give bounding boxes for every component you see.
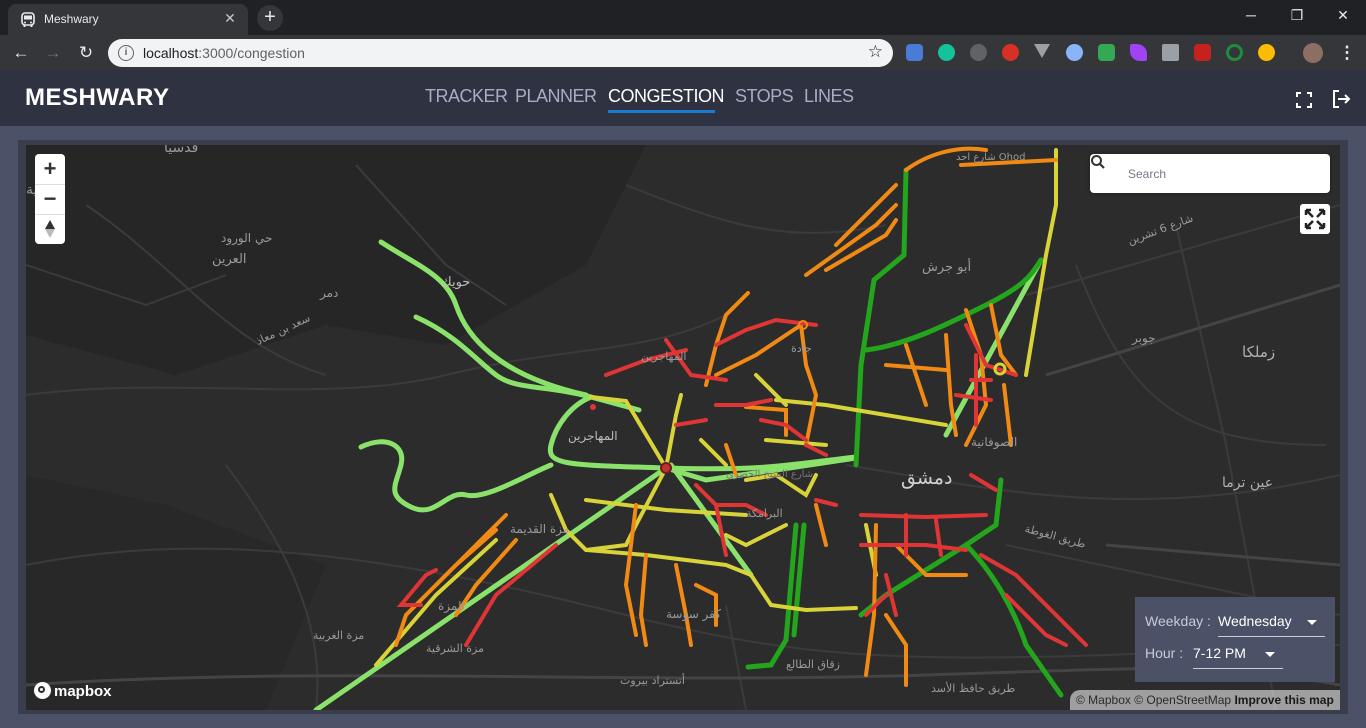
zoom-divider: [35, 214, 65, 215]
w-extension-icon[interactable]: [970, 44, 987, 61]
vue-devtools-extension-icon[interactable]: [1034, 44, 1050, 58]
app-logo[interactable]: MESHWARY: [25, 84, 169, 112]
place-label: زملكا: [1242, 343, 1276, 361]
place-label: مزة الشرقية: [426, 642, 484, 655]
place-label: أبو جرش: [922, 260, 972, 275]
congestion-map[interactable]: قدسيا ضاحية حي الورود العرين دمر سعد بن …: [26, 145, 1340, 710]
hour-underline: [1193, 668, 1283, 669]
close-window-button[interactable]: ✕: [1320, 0, 1366, 30]
browser-tab[interactable]: Meshwary ✕: [8, 4, 248, 35]
mapbox-logo-icon: [34, 682, 51, 699]
place-label: كفر سوسة: [666, 607, 721, 621]
feather-extension-icon[interactable]: [1130, 44, 1147, 61]
search-input[interactable]: [1128, 163, 1318, 184]
red-extension-icon[interactable]: [1194, 44, 1211, 61]
street-label: شارع احد Ohod: [956, 152, 1026, 163]
back-button[interactable]: ←: [9, 41, 33, 65]
improve-map-link[interactable]: Improve this map: [1234, 693, 1333, 707]
new-tab-button[interactable]: +: [257, 5, 283, 31]
street-label: شارع الشيخ الحصري: [726, 469, 814, 480]
browser-tabbar: Meshwary ✕ + ─ ❐ ✕: [0, 0, 1366, 35]
filter-panel: Weekday : Wednesday Hour : 7-12 PM: [1135, 597, 1335, 682]
place-label: مزة الغربية: [313, 629, 365, 642]
street-label: أتستراد بيروت: [620, 674, 685, 687]
forward-button[interactable]: →: [41, 41, 65, 65]
address-bar[interactable]: i localhost:3000/congestion ☆: [108, 39, 893, 67]
map-attribution: © Mapbox © OpenStreetMap Improve this ma…: [1070, 690, 1340, 710]
place-label: قدسيا: [164, 145, 199, 156]
active-nav-indicator: [608, 110, 715, 113]
street-label: طريق حافظ الأسد: [931, 682, 1016, 695]
nav-planner[interactable]: PLANNER: [515, 86, 597, 107]
zoom-in-button[interactable]: +: [35, 154, 65, 183]
compass-icon[interactable]: [43, 219, 57, 239]
place-label: الصوفانية: [971, 435, 1018, 449]
mapbox-logo[interactable]: mapbox: [34, 682, 112, 702]
bookmark-star-icon[interactable]: ☆: [868, 42, 883, 62]
grammarly-extension-icon[interactable]: [938, 44, 955, 61]
circle-extension-icon[interactable]: [1066, 44, 1083, 61]
place-label: مزة القديمة: [510, 522, 570, 536]
mapbox-attribution-link[interactable]: © Mapbox: [1076, 693, 1131, 707]
bus-icon: [21, 12, 35, 27]
weekday-label: Weekday :: [1145, 613, 1211, 629]
alert-extension-icon[interactable]: [1002, 44, 1019, 61]
nav-tracker[interactable]: TRACKER: [425, 86, 508, 107]
reload-button[interactable]: ↻: [74, 41, 98, 65]
colorful-extension-icon[interactable]: [1258, 44, 1275, 61]
profile-avatar[interactable]: [1303, 43, 1323, 63]
target-extension-icon[interactable]: [1226, 44, 1243, 61]
restore-window-button[interactable]: ❐: [1274, 0, 1320, 30]
search-icon: [1091, 155, 1105, 169]
weekday-select[interactable]: Wednesday: [1218, 613, 1292, 629]
info-icon[interactable]: i: [118, 45, 134, 61]
expand-icon: [1304, 208, 1326, 230]
place-label: البرامكة: [746, 507, 783, 520]
chevron-down-icon[interactable]: [1307, 620, 1317, 625]
nav-lines[interactable]: LINES: [804, 86, 854, 107]
place-label: المهاجرين: [568, 429, 618, 443]
place-label: جادة: [791, 342, 812, 355]
place-label: حي الورود: [221, 231, 273, 245]
place-label: المزة: [438, 599, 465, 613]
map-fullscreen-button[interactable]: [1300, 204, 1330, 234]
map-search: [1090, 154, 1330, 193]
nav-congestion[interactable]: CONGESTION: [608, 86, 725, 107]
minimize-window-button[interactable]: ─: [1228, 0, 1274, 30]
fullscreen-icon[interactable]: [1294, 90, 1314, 110]
url-text: localhost:3000/congestion: [143, 45, 305, 61]
place-label: جوبر: [1132, 331, 1156, 345]
nav-stops[interactable]: STOPS: [735, 86, 794, 107]
place-label: المهاجرين: [641, 350, 687, 363]
hour-label: Hour :: [1145, 645, 1184, 661]
pen-extension-icon[interactable]: [1162, 44, 1179, 61]
place-label: حويك: [441, 275, 471, 290]
place-label: العرين: [212, 252, 247, 267]
browser-toolbar: ← → ↻ i localhost:3000/congestion ☆ ⋮: [0, 35, 1366, 70]
weekday-underline: [1218, 636, 1325, 637]
browser-menu-icon[interactable]: ⋮: [1335, 41, 1359, 65]
tab-title: Meshwary: [44, 12, 99, 26]
chevron-down-icon[interactable]: [1265, 652, 1275, 657]
app-header: MESHWARY TRACKER PLANNER CONGESTION STOP…: [0, 70, 1366, 126]
logout-icon[interactable]: [1330, 88, 1352, 110]
close-tab-icon[interactable]: ✕: [222, 10, 238, 26]
place-label: عين ترما: [1222, 475, 1274, 491]
osm-attribution-link[interactable]: © OpenStreetMap: [1134, 693, 1231, 707]
shield-extension-icon[interactable]: [1098, 44, 1115, 61]
hour-select[interactable]: 7-12 PM: [1193, 645, 1246, 661]
place-label: دمر: [320, 286, 339, 300]
city-label: دمشق: [901, 467, 953, 489]
zoom-out-button[interactable]: −: [35, 184, 65, 213]
street-label: زقاق الطالع: [786, 658, 840, 671]
translate-extension-icon[interactable]: [906, 44, 923, 61]
zoom-control: + −: [35, 154, 65, 244]
